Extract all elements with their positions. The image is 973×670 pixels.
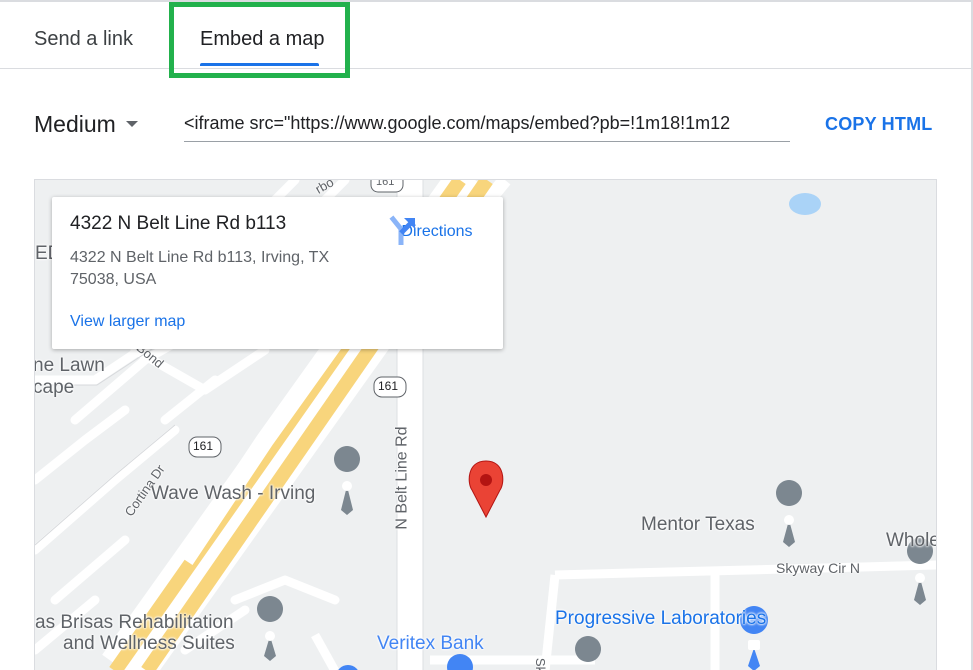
location-pin-icon: [468, 460, 504, 519]
directions-icon: [389, 215, 415, 245]
active-tab-indicator: [200, 63, 319, 66]
water-body: [789, 193, 821, 215]
copy-html-button[interactable]: COPY HTML: [815, 108, 942, 140]
directions-button[interactable]: Directions: [387, 215, 487, 245]
place-info-card: 4322 N Belt Line Rd b113 4322 N Belt Lin…: [52, 197, 503, 349]
view-larger-map-link[interactable]: View larger map: [70, 313, 185, 331]
place-address: 4322 N Belt Line Rd b113, Irving, TX 750…: [70, 249, 330, 288]
map-label-lawn-1: ne Lawn: [34, 355, 105, 376]
route-161-label-left: 161: [193, 439, 214, 453]
caret-down-icon: [125, 121, 138, 127]
map-label-mentor-texas: Mentor Texas: [641, 514, 755, 535]
map-label-progressive: Progressive Laboratories: [555, 608, 767, 629]
embed-html-field[interactable]: [184, 106, 790, 142]
map-label-skyway: Skyway Cir N: [776, 560, 861, 576]
map-label-whole: Whole: [886, 530, 937, 551]
tab-send-a-link[interactable]: Send a link: [34, 2, 133, 68]
map-label-wave-wash: Wave Wash - Irving: [151, 483, 316, 504]
map-size-dropdown[interactable]: Medium: [34, 104, 138, 144]
place-title: 4322 N Belt Line Rd b113: [70, 213, 287, 234]
map-label-lawn-2: cape: [34, 377, 75, 398]
map-size-value: Medium: [34, 110, 116, 137]
map-label-brisas-1: as Brisas Rehabilitation: [35, 612, 234, 633]
route-161-label-top: 161: [376, 179, 395, 188]
route-161-label-mid: 161: [378, 379, 399, 393]
map-label-brisas-2: and Wellness Suites: [63, 633, 235, 654]
tab-embed-a-map[interactable]: Embed a map: [200, 2, 325, 68]
share-tabs: Send a link Embed a map: [0, 2, 973, 69]
map-label-belt-line-rd: N Belt Line Rd: [393, 426, 411, 530]
map-label-veritex: Veritex Bank: [377, 633, 484, 654]
embedded-map[interactable]: ED ne Lawn cape Cortina Dr Bond rbo 161 …: [34, 179, 937, 670]
map-label-sk: Sk: [533, 657, 549, 670]
